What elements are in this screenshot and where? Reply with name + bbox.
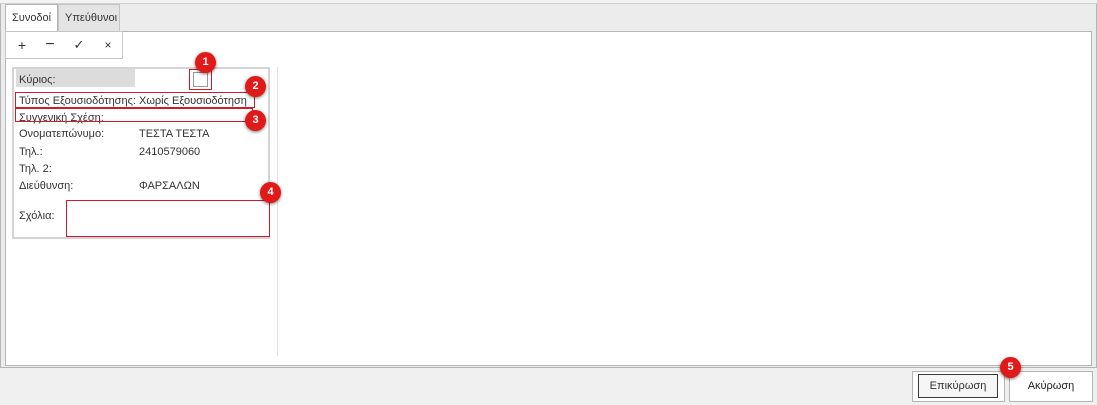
phone2-field[interactable] bbox=[139, 163, 249, 175]
callout-badge-3: 3 bbox=[245, 110, 266, 131]
address-label: Διεύθυνση: bbox=[19, 180, 74, 192]
tab-responsible[interactable]: Υπεύθυνοι bbox=[58, 4, 120, 31]
fullname-field[interactable]: ΤΕΣΤΑ ΤΕΣΤΑ bbox=[139, 128, 209, 140]
close-icon: × bbox=[104, 38, 112, 52]
callout-badge-2: 2 bbox=[245, 76, 266, 97]
primary-label: Κύριος: bbox=[19, 74, 56, 86]
comments-label: Σχόλια: bbox=[19, 210, 55, 222]
check-icon: ✓ bbox=[73, 37, 85, 52]
callout-badge-5: 5 bbox=[1000, 357, 1021, 378]
tab-companions[interactable]: Συνοδοί bbox=[5, 4, 58, 32]
phone-field[interactable]: 2410579060 bbox=[139, 146, 200, 158]
plus-icon: + bbox=[17, 37, 27, 53]
phone2-label: Τηλ. 2: bbox=[19, 163, 52, 175]
add-record-button[interactable]: + bbox=[8, 32, 36, 58]
callout-badge-1: 1 bbox=[195, 52, 216, 73]
fullname-label: Ονοματεπώνυμο: bbox=[19, 128, 105, 140]
record-toolbar: + − ✓ × bbox=[5, 31, 123, 59]
highlight-box-3 bbox=[15, 108, 253, 122]
cancel-edit-button[interactable]: × bbox=[94, 32, 122, 58]
minus-icon: − bbox=[45, 36, 55, 53]
panel-divider bbox=[277, 67, 278, 356]
confirm-button[interactable]: Επικύρωση bbox=[918, 374, 998, 398]
phone-label: Τηλ.: bbox=[19, 146, 43, 158]
top-strip bbox=[0, 0, 1097, 4]
callout-badge-4: 4 bbox=[260, 182, 281, 203]
highlight-box-2 bbox=[15, 92, 255, 108]
cancel-button[interactable]: Ακύρωση bbox=[1009, 371, 1093, 402]
address-field[interactable]: ΦΑΡΣΑΛΩΝ bbox=[139, 180, 200, 192]
comments-field[interactable] bbox=[66, 200, 270, 237]
remove-record-button[interactable]: − bbox=[36, 32, 64, 58]
save-record-button[interactable]: ✓ bbox=[65, 32, 93, 58]
